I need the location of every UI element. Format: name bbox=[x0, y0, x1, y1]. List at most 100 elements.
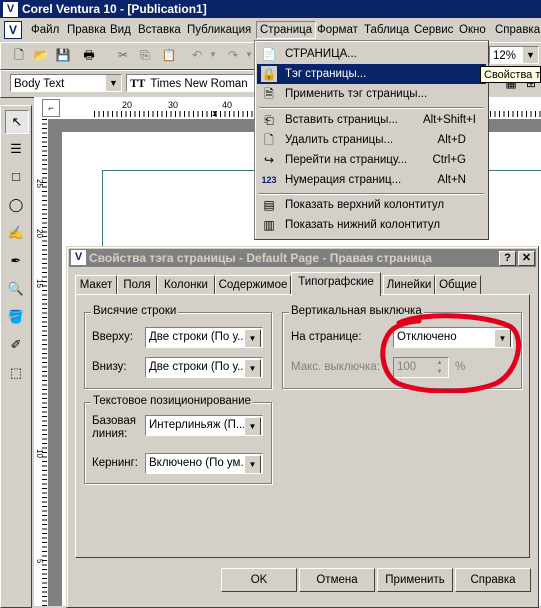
cut-icon[interactable]: ✂ bbox=[113, 45, 133, 65]
menu-tools[interactable]: Сервис bbox=[411, 22, 456, 38]
ok-button[interactable]: OK bbox=[221, 568, 297, 592]
freehand-tool-icon[interactable]: ✍ bbox=[5, 222, 27, 244]
tab-layout[interactable]: Макет bbox=[75, 275, 117, 295]
ruler-label: 20 bbox=[122, 100, 133, 110]
paste-icon[interactable]: 📋 bbox=[159, 45, 179, 65]
vertical-ruler[interactable]: 25 20 15 10 5 bbox=[34, 119, 49, 606]
help-question-icon[interactable]: ? bbox=[499, 251, 516, 266]
menu-item-shortcut: Alt+Shift+I bbox=[422, 114, 476, 126]
page-tag-icon: 🔒 bbox=[261, 66, 277, 82]
menu-separator bbox=[259, 107, 484, 109]
kerning-value: Включено (По ум... bbox=[149, 457, 251, 469]
group-title: Текстовое позиционирование bbox=[91, 395, 253, 407]
menu-item-page[interactable]: 📄 СТРАНИЦА... bbox=[257, 44, 486, 64]
menu-insert[interactable]: Вставка bbox=[135, 22, 184, 38]
menu-item-label: Показать верхний колонтитул bbox=[285, 199, 445, 211]
widow-top-select[interactable]: Две строки (По у... ▼ bbox=[145, 327, 263, 348]
menu-item-show-header[interactable]: ▤ Показать верхний колонтитул bbox=[257, 195, 486, 215]
new-icon[interactable]: 🗋 bbox=[9, 45, 29, 65]
ruler-label: 5 bbox=[35, 559, 44, 564]
undo-dropdown-icon[interactable]: ▼ bbox=[203, 45, 223, 65]
menu-view[interactable]: Вид bbox=[107, 22, 134, 38]
menu-item-label: Перейти на страницу... bbox=[285, 154, 408, 166]
tab-columns[interactable]: Колонки bbox=[157, 275, 215, 295]
font-value: Times New Roman bbox=[150, 78, 248, 90]
zoom-combo[interactable]: 12% ▼ bbox=[489, 46, 539, 64]
menu-item-insert-pages[interactable]: ⎗ Вставить страницы... Alt+Shift+I bbox=[257, 110, 486, 130]
app-title-bar[interactable]: V Corel Ventura 10 - [Publication1] bbox=[0, 0, 541, 18]
menu-format[interactable]: Формат bbox=[314, 22, 361, 38]
font-combo[interactable]: TT Times New Roman bbox=[126, 74, 254, 92]
menu-file[interactable]: Файл bbox=[28, 22, 62, 38]
menu-item-label: СТРАНИЦА... bbox=[285, 48, 357, 60]
widow-bottom-value: Две строки (По у... bbox=[149, 361, 247, 373]
print-icon[interactable]: 🖶 bbox=[79, 45, 99, 65]
menu-item-goto-page[interactable]: ↪ Перейти на страницу... Ctrl+G bbox=[257, 150, 486, 170]
eyedropper-tool-icon[interactable]: ✐ bbox=[5, 334, 27, 356]
menu-page[interactable]: Страница bbox=[256, 21, 317, 39]
baseline-select[interactable]: Интерлиньяж (П... ▼ bbox=[145, 415, 263, 436]
menu-publication[interactable]: Публикация bbox=[184, 22, 254, 38]
baseline-label: Базовая линия: bbox=[92, 415, 136, 440]
insert-pages-icon: ⎗ bbox=[264, 113, 274, 127]
menu-window[interactable]: Окно bbox=[456, 22, 489, 38]
text-tool-icon[interactable]: ☰ bbox=[5, 138, 27, 160]
ruler-origin-icon[interactable]: ⌐ bbox=[42, 99, 60, 117]
menu-help[interactable]: Справка bbox=[492, 22, 541, 38]
ellipse-tool-icon[interactable]: ◯ bbox=[5, 194, 27, 216]
menu-item-apply-page-tag[interactable]: 🗎 Применить тэг страницы... bbox=[257, 84, 486, 104]
tab-general[interactable]: Общие bbox=[435, 275, 481, 295]
tag-tool-icon[interactable]: ⬚ bbox=[5, 362, 27, 384]
app-logo-icon: V bbox=[2, 1, 19, 18]
widow-group: Висячие строки Вверху: Две строки (По у.… bbox=[84, 305, 272, 389]
page-numbering-icon: 123 bbox=[261, 175, 277, 185]
help-button[interactable]: Справка bbox=[455, 568, 531, 592]
tab-typographic[interactable]: Типографские bbox=[291, 272, 381, 296]
widow-bottom-select[interactable]: Две строки (По у... ▼ bbox=[145, 357, 263, 378]
chevron-down-icon[interactable]: ▼ bbox=[244, 329, 261, 347]
open-icon[interactable]: 📂 bbox=[31, 45, 51, 65]
chevron-down-icon[interactable]: ▼ bbox=[244, 359, 261, 377]
doc-logo-icon[interactable]: V bbox=[4, 21, 22, 39]
menu-item-label: Удалить страницы... bbox=[285, 134, 394, 146]
menu-item-shortcut: Alt+D bbox=[437, 134, 466, 146]
save-icon[interactable]: 💾 bbox=[53, 45, 73, 65]
menu-item-show-footer[interactable]: ▥ Показать нижний колонтитул bbox=[257, 215, 486, 235]
app-logo-icon: V bbox=[71, 250, 86, 265]
chevron-down-icon[interactable]: ▼ bbox=[105, 75, 121, 91]
menu-table[interactable]: Таблица bbox=[361, 22, 412, 38]
chevron-down-icon[interactable]: ▼ bbox=[244, 417, 261, 435]
menu-item-shortcut: Ctrl+G bbox=[432, 154, 466, 166]
ruler-ticks bbox=[42, 119, 47, 606]
close-icon[interactable]: ✕ bbox=[518, 251, 535, 266]
dialog-title-bar[interactable]: V Свойства тэга страницы - Default Page … bbox=[69, 249, 536, 267]
menu-item-page-tag[interactable]: 🔒 Тэг страницы... bbox=[257, 64, 486, 84]
max-justification-label: Макс. выключка: bbox=[291, 361, 380, 373]
menu-item-delete-pages[interactable]: 🗋 Удалить страницы... Alt+D bbox=[257, 130, 486, 150]
menu-item-page-numbering[interactable]: 123 Нумерация страниц... Alt+N bbox=[257, 170, 486, 190]
on-page-label: На странице: bbox=[291, 331, 362, 343]
zoom-value: 12% bbox=[493, 50, 517, 62]
rectangle-tool-icon[interactable]: □ bbox=[5, 166, 27, 188]
pick-tool-icon[interactable]: ↖ bbox=[5, 110, 29, 134]
menu-item-shortcut: Alt+N bbox=[437, 174, 466, 186]
apply-button[interactable]: Применить bbox=[377, 568, 453, 592]
menu-item-label: Нумерация страниц... bbox=[285, 174, 402, 186]
chevron-down-icon[interactable]: ▼ bbox=[244, 455, 261, 473]
copy-icon[interactable]: ⎘ bbox=[135, 45, 155, 65]
zoom-tool-icon[interactable]: 🔍 bbox=[5, 278, 27, 300]
tooltip: Свойства т bbox=[480, 66, 541, 83]
group-title: Висячие строки bbox=[91, 305, 179, 317]
tab-rules[interactable]: Линейки bbox=[383, 275, 435, 295]
tag-combo[interactable]: Body Text ▼ bbox=[10, 74, 122, 92]
delete-pages-icon: 🗋 bbox=[264, 133, 274, 147]
tab-margins[interactable]: Поля bbox=[117, 275, 157, 295]
chevron-down-icon[interactable]: ▼ bbox=[522, 47, 538, 63]
fill-tool-icon[interactable]: 🪣 bbox=[5, 306, 27, 328]
pen-tool-icon[interactable]: ✒ bbox=[5, 250, 27, 272]
cancel-button[interactable]: Отмена bbox=[299, 568, 375, 592]
app-title: Corel Ventura 10 - [Publication1] bbox=[22, 2, 207, 16]
kerning-select[interactable]: Включено (По ум... ▼ bbox=[145, 453, 263, 474]
menu-edit[interactable]: Правка bbox=[64, 22, 109, 38]
tab-content[interactable]: Содержимое bbox=[215, 275, 291, 295]
